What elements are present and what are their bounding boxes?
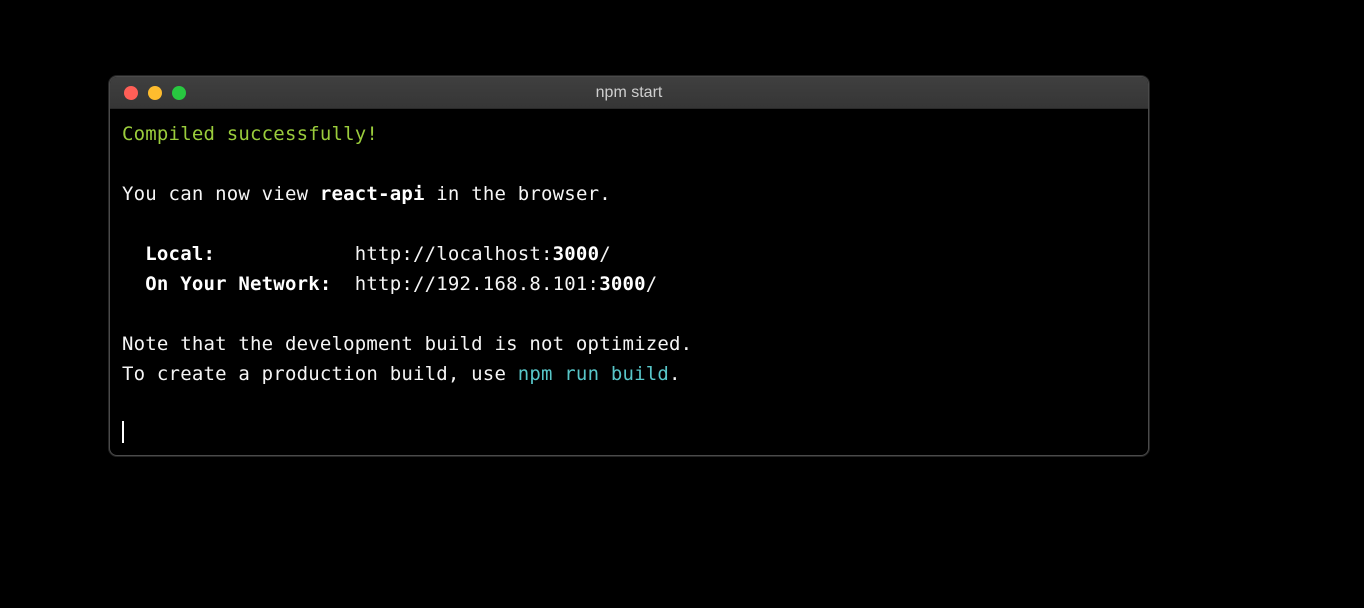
local-url-suffix: / [599,243,611,265]
network-url-prefix: http://192.168.8.101: [355,273,599,295]
view-text-suffix: in the browser. [425,183,611,205]
build-prefix: To create a production build, use [122,363,518,385]
cursor-icon [122,421,124,443]
local-label: Local: [122,243,355,265]
compiled-status: Compiled successfully! [122,123,378,145]
close-icon[interactable] [124,86,138,100]
titlebar[interactable]: npm start [110,77,1148,109]
build-suffix: . [669,363,681,385]
minimize-icon[interactable] [148,86,162,100]
traffic-lights [110,86,186,100]
local-url-prefix: http://localhost: [355,243,553,265]
network-port: 3000 [599,273,646,295]
app-name: react-api [320,183,425,205]
maximize-icon[interactable] [172,86,186,100]
network-url-suffix: / [646,273,658,295]
local-port: 3000 [553,243,600,265]
view-text-prefix: You can now view [122,183,320,205]
window-title: npm start [110,84,1148,102]
note-line: Note that the development build is not o… [122,333,692,355]
terminal-output[interactable]: Compiled successfully! You can now view … [110,109,1148,456]
network-label: On Your Network: [122,273,355,295]
terminal-window: npm start Compiled successfully! You can… [109,76,1149,456]
build-command: npm run build [518,363,669,385]
